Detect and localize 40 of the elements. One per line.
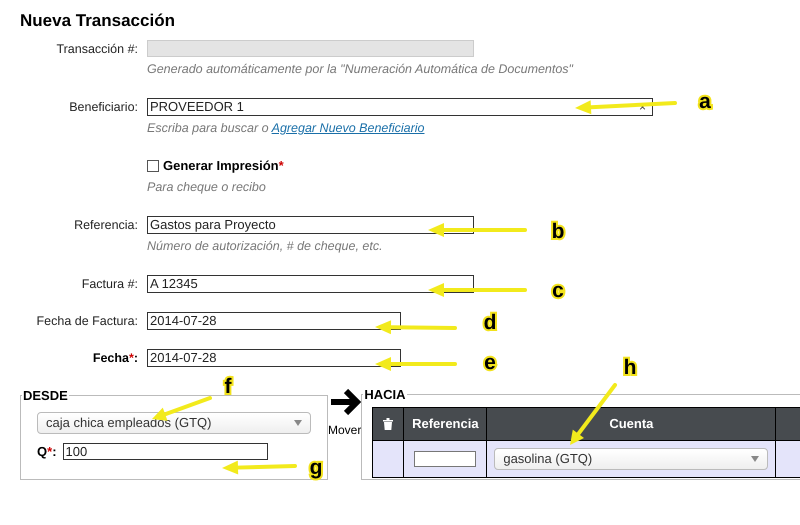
callout-letter: f bbox=[224, 375, 232, 398]
callout-letter: e bbox=[484, 351, 496, 374]
callout-letter: b bbox=[552, 220, 564, 243]
callout-letter: h bbox=[624, 356, 636, 379]
callout-letter: c bbox=[552, 279, 564, 302]
field-label: Fecha*: bbox=[92, 350, 138, 367]
amount-field[interactable]: 100 bbox=[62, 442, 268, 460]
account-dropdown[interactable]: gasolina (GTQ) bbox=[494, 448, 768, 470]
text-field[interactable]: Gastos para Proyecto bbox=[147, 216, 474, 234]
column-header: Referencia bbox=[404, 407, 487, 440]
hint-text: Escriba para buscar o Agregar Nuevo Beneficiario bbox=[147, 121, 426, 136]
reference-field[interactable] bbox=[414, 450, 476, 466]
field-label: Transacción #: bbox=[55, 41, 138, 58]
text-field[interactable]: A 12345 bbox=[147, 275, 474, 293]
hint-text: Número de autorización, # de cheque, etc. bbox=[147, 239, 384, 254]
trash-icon[interactable] bbox=[383, 418, 394, 430]
account-dropdown[interactable]: caja chica empleados (GTQ) bbox=[37, 412, 311, 434]
page-title: Nueva Transacción bbox=[20, 11, 176, 31]
hint-text: Generado automáticamente por la "Numeración Automática de Documentos" bbox=[147, 62, 574, 77]
callout-letter: a bbox=[699, 90, 711, 113]
field-label: Beneficiario: bbox=[68, 99, 138, 116]
panel-legend: HACIA bbox=[363, 386, 407, 404]
column-header: Cuenta bbox=[486, 407, 776, 440]
amount-label: Q*: bbox=[37, 442, 57, 460]
field-label: Fecha de Factura: bbox=[36, 313, 138, 330]
checkbox[interactable] bbox=[147, 160, 159, 172]
date-field[interactable]: 2014-07-28 bbox=[147, 349, 401, 367]
right-arrow-icon bbox=[328, 388, 361, 416]
panel-legend: DESDE bbox=[22, 386, 69, 406]
move-label: Mover bbox=[328, 422, 362, 439]
caret-icon bbox=[751, 456, 760, 462]
field-label: Referencia: bbox=[73, 217, 138, 234]
field-label: Factura #: bbox=[80, 276, 138, 293]
callout-letter: d bbox=[484, 311, 496, 334]
date-field[interactable]: 2014-07-28 bbox=[147, 312, 401, 330]
callout-letter: g bbox=[310, 456, 322, 479]
add-payee-link[interactable]: Agregar Nuevo Beneficiario bbox=[272, 121, 424, 135]
caret-icon bbox=[294, 420, 302, 426]
hint-text: Para cheque o recibo bbox=[147, 180, 267, 195]
checkbox-label: Generar Impresión* bbox=[163, 157, 284, 176]
